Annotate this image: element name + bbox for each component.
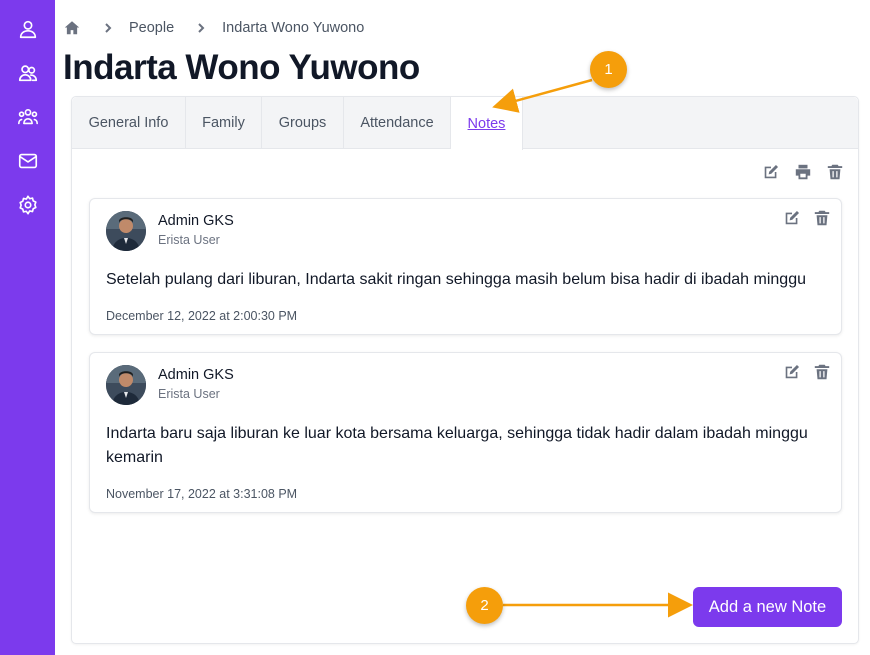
avatar — [106, 365, 146, 405]
chevron-right-icon — [196, 23, 206, 33]
user-icon[interactable] — [14, 15, 41, 42]
tab-general-info[interactable]: General Info — [72, 97, 186, 149]
sidebar — [0, 0, 55, 655]
tab-family[interactable]: Family — [186, 97, 262, 149]
groups-icon[interactable] — [14, 103, 41, 130]
note-date: December 12, 2022 at 2:00:30 PM — [106, 309, 298, 323]
chevron-right-icon — [103, 23, 113, 33]
note-author-role: Erista User — [158, 233, 220, 247]
note-author-role: Erista User — [158, 387, 220, 401]
breadcrumb-current: Indarta Wono Yuwono — [222, 20, 365, 36]
tab-attendance[interactable]: Attendance — [344, 97, 451, 149]
trash-icon[interactable] — [813, 209, 831, 227]
note-card: Admin GKS Erista User Indarta baru saja … — [89, 352, 842, 513]
tab-groups[interactable]: Groups — [262, 97, 344, 149]
users-icon[interactable] — [14, 59, 41, 86]
tab-notes[interactable]: Notes — [451, 97, 523, 150]
edit-icon[interactable] — [783, 209, 801, 227]
callout-badge: 2 — [466, 587, 503, 624]
avatar — [106, 211, 146, 251]
tab-bar: General Info Family Groups Attendance No… — [72, 97, 858, 150]
edit-icon[interactable] — [762, 163, 780, 181]
note-date: November 17, 2022 at 3:31:08 PM — [106, 487, 298, 501]
notes-panel: General Info Family Groups Attendance No… — [71, 96, 859, 644]
note-author: Admin GKS — [158, 367, 234, 383]
note-author: Admin GKS — [158, 213, 234, 229]
add-note-button[interactable]: Add a new Note — [693, 587, 842, 627]
home-icon[interactable] — [63, 19, 81, 37]
note-actions — [783, 363, 831, 381]
note-card: Admin GKS Erista User Setelah pulang dar… — [89, 198, 842, 335]
mail-icon[interactable] — [14, 147, 41, 174]
page-title: Indarta Wono Yuwono — [63, 48, 420, 87]
breadcrumb-people[interactable]: People — [129, 20, 174, 36]
breadcrumb: People Indarta Wono Yuwono — [63, 18, 364, 38]
trash-icon[interactable] — [826, 163, 844, 181]
trash-icon[interactable] — [813, 363, 831, 381]
edit-icon[interactable] — [783, 363, 801, 381]
note-body: Indarta baru saja liburan ke luar kota b… — [106, 425, 808, 466]
note-actions — [783, 209, 831, 227]
note-body: Setelah pulang dari liburan, Indarta sak… — [106, 271, 806, 288]
settings-icon[interactable] — [14, 191, 41, 218]
panel-toolbar — [762, 163, 844, 181]
print-icon[interactable] — [794, 163, 812, 181]
callout-badge: 1 — [590, 51, 627, 88]
